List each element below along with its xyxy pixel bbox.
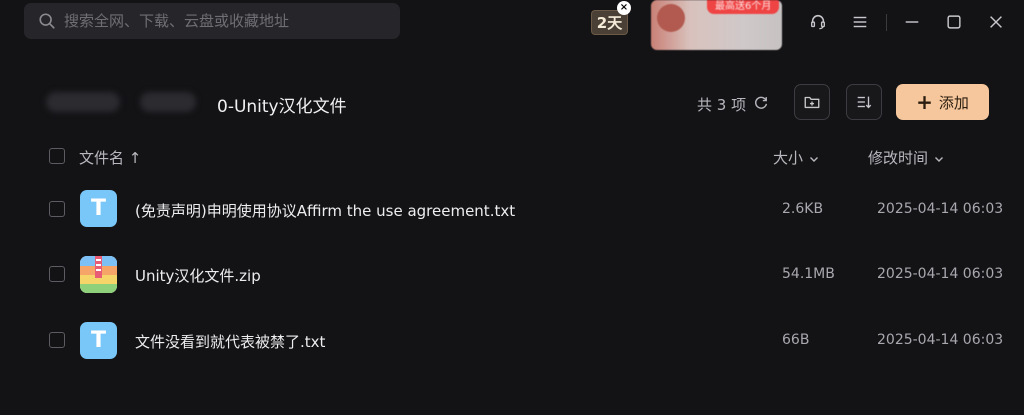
promo-banner[interactable]: 最高送6个月 (651, 0, 782, 50)
txt-file-icon: T (80, 190, 117, 227)
menu-icon[interactable] (848, 10, 872, 34)
file-name[interactable]: (免责声明)申明使用协议Affirm the use agreement.txt (135, 200, 515, 221)
maximize-icon[interactable] (942, 10, 966, 34)
file-modified: 2025-04-14 06:03 (877, 266, 1004, 282)
support-headset-icon[interactable] (806, 10, 830, 34)
badge-close-icon[interactable]: × (617, 1, 631, 15)
item-count: 共 3 项 (697, 96, 747, 114)
file-size: 2.6KB (782, 201, 824, 217)
refresh-icon[interactable] (752, 94, 770, 112)
file-modified: 2025-04-14 06:03 (877, 201, 1004, 217)
select-all-checkbox[interactable] (49, 148, 65, 164)
chevron-down-icon (934, 156, 943, 162)
column-header-modified[interactable]: 修改时间 (868, 147, 945, 168)
sort-icon (857, 96, 872, 109)
breadcrumb-item-blurred[interactable] (46, 92, 120, 112)
row-checkbox[interactable] (49, 266, 65, 282)
add-button[interactable]: + 添加 (896, 84, 989, 120)
row-checkbox[interactable] (49, 201, 65, 217)
file-manager-window: 2天 × 最高送6个月 0-Unity汉化文件 共 (0, 0, 1024, 415)
column-header-name-label: 文件名 (79, 149, 125, 167)
column-header-size-label: 大小 (773, 149, 804, 167)
search-bar[interactable] (24, 3, 400, 39)
new-folder-icon (804, 96, 820, 109)
table-row[interactable]: T 文件没看到就代表被禁了.txt 66B 2025-04-14 06:03 (0, 310, 1024, 370)
column-header-name[interactable]: 文件名 ↑ (79, 147, 141, 168)
avatar (657, 4, 685, 32)
table-row[interactable]: Unity汉化文件.zip 54.1MB 2025-04-14 06:03 (0, 244, 1024, 304)
txt-file-icon: T (80, 322, 117, 359)
minimize-icon[interactable] (900, 10, 924, 34)
toolbar-divider (886, 14, 887, 31)
file-name[interactable]: 文件没看到就代表被禁了.txt (135, 331, 325, 352)
breadcrumb-current: 0-Unity汉化文件 (217, 97, 347, 117)
promo-ribbon: 最高送6个月 (707, 0, 780, 14)
search-input[interactable] (64, 3, 400, 39)
new-folder-button[interactable] (794, 84, 830, 120)
sort-button[interactable] (846, 84, 882, 120)
row-checkbox[interactable] (49, 332, 65, 348)
plus-icon: + (916, 90, 933, 114)
column-header-modified-label: 修改时间 (868, 149, 929, 167)
table-row[interactable]: T (免责声明)申明使用协议Affirm the use agreement.t… (0, 179, 1024, 239)
add-button-label: 添加 (938, 93, 969, 112)
chevron-down-icon (809, 156, 818, 162)
zip-file-icon (80, 256, 117, 293)
sort-ascending-icon: ↑ (128, 149, 142, 167)
file-size: 54.1MB (782, 266, 835, 282)
column-header-size[interactable]: 大小 (773, 147, 820, 168)
search-icon (39, 13, 55, 29)
breadcrumb-item-blurred[interactable] (140, 92, 196, 112)
close-icon[interactable] (984, 10, 1008, 34)
file-name[interactable]: Unity汉化文件.zip (135, 265, 261, 286)
file-size: 66B (782, 332, 810, 348)
file-modified: 2025-04-14 06:03 (877, 332, 1004, 348)
